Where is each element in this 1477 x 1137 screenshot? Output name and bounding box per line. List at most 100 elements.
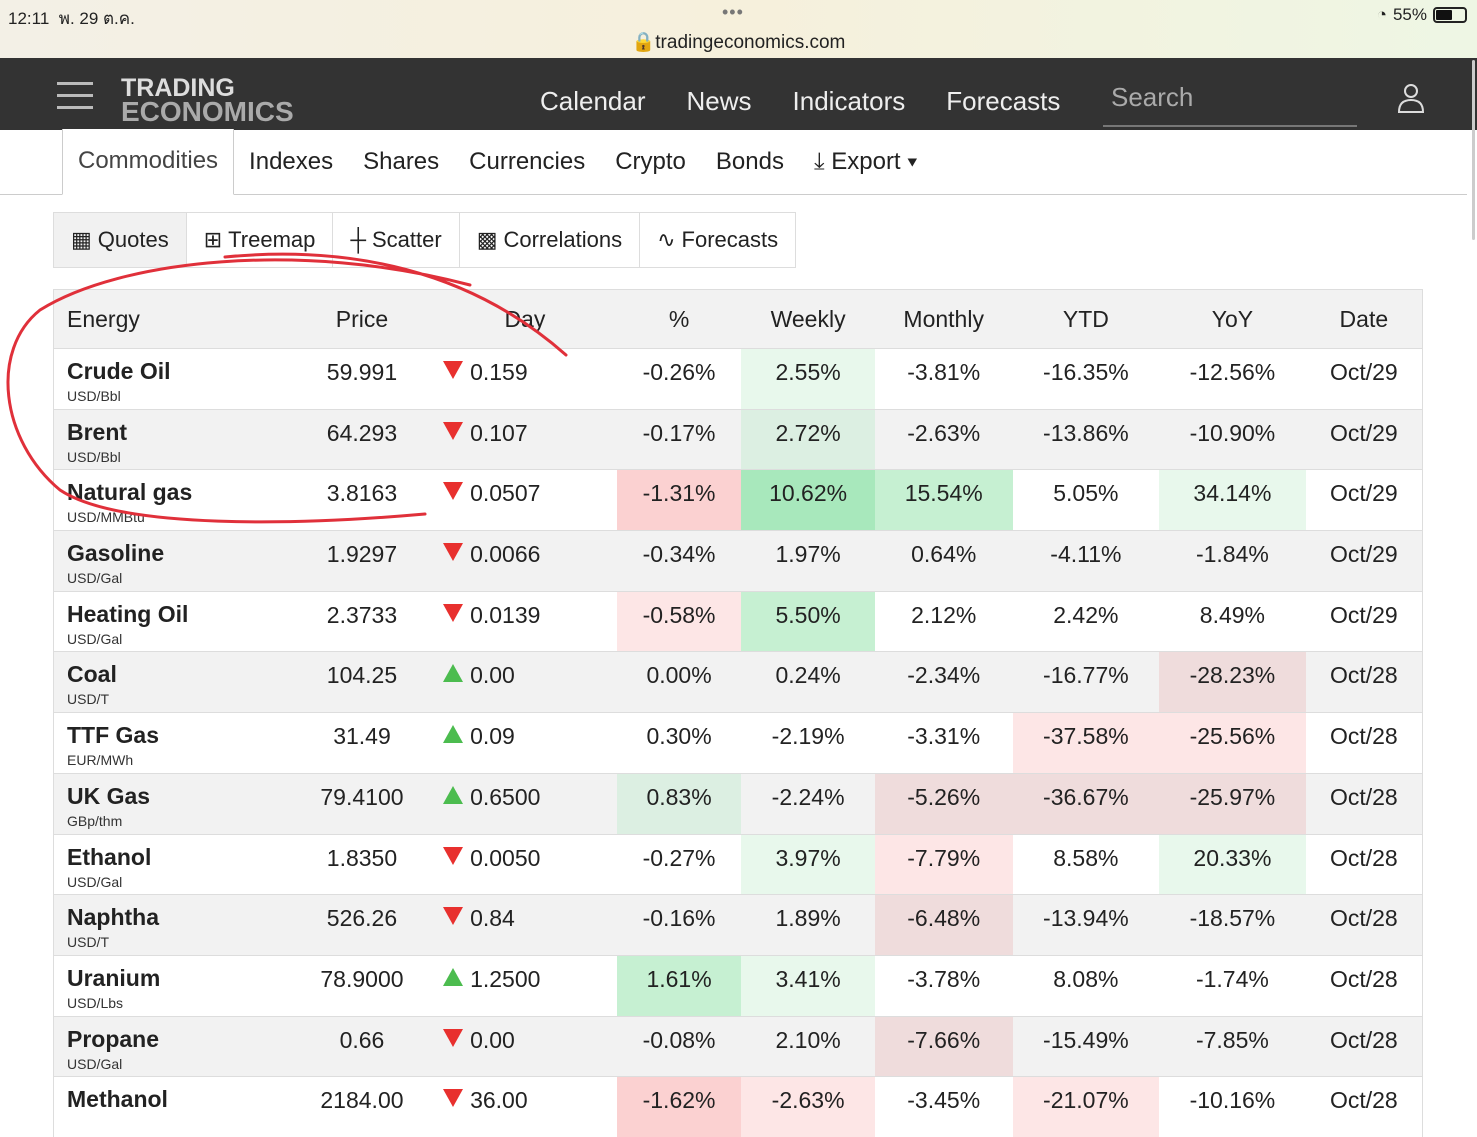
scrollbar[interactable]	[1472, 60, 1475, 240]
column-header[interactable]: Date	[1305, 289, 1423, 349]
tab-currencies[interactable]: Currencies	[454, 130, 600, 194]
lock-icon: 🔒	[631, 32, 656, 53]
commodity-cell[interactable]: TTF Gas EUR/MWh	[53, 712, 291, 774]
table-row[interactable]: Coal USD/T 104.25 0.00 0.00% 0.24% -2.34% -16.7…	[53, 651, 1423, 713]
table-row[interactable]: Methanol 2184.00 36.00 -1.62% -2.63% -3.45% -2…	[53, 1076, 1423, 1137]
column-header[interactable]: %	[616, 289, 742, 349]
arrow-down-icon	[443, 543, 464, 562]
view-correlations[interactable]: ▩ Correlations	[460, 213, 641, 267]
url-bar[interactable]: 🔒tradingeconomics.com	[0, 30, 1477, 54]
table-row[interactable]: Uranium USD/Lbs 78.9000 1.2500 1.61% 3.41% -3.…	[53, 954, 1423, 1017]
commodity-cell[interactable]: Coal USD/T	[53, 651, 291, 713]
menu-icon[interactable]	[57, 82, 93, 118]
table-row[interactable]: Crude Oil USD/Bbl 59.991 0.159 -0.26% 2.55% -3…	[53, 348, 1423, 410]
date-cell: Oct/28	[1305, 1015, 1423, 1077]
view-quotes[interactable]: ▦ Quotes	[54, 213, 187, 267]
correlations-icon: ▩	[476, 227, 498, 252]
arrow-up-icon	[443, 967, 464, 986]
commodity-unit: USD/T	[67, 934, 109, 951]
date-cell: Oct/28	[1305, 1076, 1423, 1137]
commodity-cell[interactable]: Gasoline USD/Gal	[53, 530, 291, 592]
monthly-cell: -5.26%	[874, 772, 1013, 834]
view-scatter[interactable]: ┼ Scatter	[333, 213, 460, 267]
tab-bonds[interactable]: Bonds	[701, 130, 799, 194]
commodity-name[interactable]: Natural gas	[67, 479, 291, 506]
commodity-name[interactable]: Propane	[67, 1026, 291, 1053]
nav-forecasts[interactable]: Forecasts	[946, 86, 1060, 117]
commodity-cell[interactable]: Brent USD/Bbl	[53, 408, 291, 470]
pct-cell: -0.08%	[616, 1015, 742, 1077]
commodity-cell[interactable]: Naphtha USD/T	[53, 894, 291, 956]
view-treemap[interactable]: ⊞ Treemap	[187, 213, 334, 267]
search-input[interactable]: Search	[1103, 82, 1357, 127]
table-row[interactable]: Propane USD/Gal 0.66 0.00 -0.08% 2.10% -7.66% -…	[53, 1015, 1423, 1077]
commodity-cell[interactable]: Ethanol USD/Gal	[53, 833, 291, 895]
day-change-cell: 0.6500	[433, 772, 617, 834]
user-icon[interactable]	[1397, 82, 1425, 114]
yoy-cell: -10.90%	[1159, 408, 1306, 470]
commodity-name[interactable]: Gasoline	[67, 540, 291, 567]
table-row[interactable]: Gasoline USD/Gal 1.9297 0.0066 -0.34% 1.97% 0.…	[53, 530, 1423, 592]
pct-cell: 1.61%	[616, 954, 742, 1017]
commodity-name[interactable]: Brent	[67, 419, 291, 446]
ytd-cell: -15.49%	[1012, 1015, 1160, 1077]
table-row[interactable]: TTF Gas EUR/MWh 31.49 0.09 0.30% -2.19% -3.31%…	[53, 712, 1423, 774]
commodity-unit: USD/Bbl	[67, 388, 121, 404]
export-dropdown[interactable]: ⤓ Export ▾	[799, 130, 932, 194]
column-header[interactable]: Weekly	[741, 289, 875, 349]
column-header[interactable]: YTD	[1012, 289, 1160, 349]
logo[interactable]: TRADING ECONOMICS	[121, 76, 294, 126]
table-row[interactable]: Ethanol USD/Gal 1.8350 0.0050 -0.27% 3.97% -7.…	[53, 833, 1423, 895]
commodity-cell[interactable]: Heating Oil USD/Gal	[53, 590, 291, 652]
commodity-cell[interactable]: Uranium USD/Lbs	[53, 954, 291, 1017]
more-dots-icon[interactable]: •••	[722, 2, 744, 23]
tab-crypto[interactable]: Crypto	[600, 130, 701, 194]
date-cell: Oct/28	[1305, 894, 1423, 956]
commodity-name[interactable]: Methanol	[67, 1086, 291, 1113]
commodity-name[interactable]: Heating Oil	[67, 601, 291, 628]
nav-news[interactable]: News	[687, 86, 752, 117]
day-change-cell: 0.159	[433, 348, 617, 410]
tab-indexes[interactable]: Indexes	[234, 130, 348, 194]
tab-shares[interactable]: Shares	[348, 130, 454, 194]
table-row[interactable]: Naphtha USD/T 526.26 0.84 -0.16% 1.89% -6.48% -…	[53, 894, 1423, 956]
table-row[interactable]: Heating Oil USD/Gal 2.3733 0.0139 -0.58% 5.50…	[53, 590, 1423, 652]
date-cell: Oct/29	[1305, 469, 1423, 531]
commodity-name[interactable]: TTF Gas	[67, 722, 291, 749]
commodity-cell[interactable]: UK Gas GBp/thm	[53, 772, 291, 834]
commodity-name[interactable]: Ethanol	[67, 844, 291, 871]
commodity-name[interactable]: Crude Oil	[67, 358, 291, 385]
pct-cell: -0.34%	[616, 530, 742, 592]
nav-calendar[interactable]: Calendar	[540, 86, 646, 117]
table-row[interactable]: UK Gas GBp/thm 79.4100 0.6500 0.83% -2.24% -5.…	[53, 772, 1423, 834]
commodity-name[interactable]: Uranium	[67, 965, 291, 992]
commodity-name[interactable]: UK Gas	[67, 783, 291, 810]
commodity-unit: USD/T	[67, 691, 109, 708]
arrow-down-icon	[443, 846, 464, 865]
commodity-cell[interactable]: Crude Oil USD/Bbl	[53, 348, 291, 410]
battery-text: 55%	[1392, 5, 1427, 24]
day-change-cell: 0.09	[433, 712, 617, 774]
pct-cell: -0.27%	[616, 833, 742, 895]
date-cell: Oct/29	[1305, 408, 1423, 470]
commodity-name[interactable]: Coal	[67, 661, 291, 688]
view-forecasts[interactable]: ∿ Forecasts	[640, 213, 795, 267]
ytd-cell: -13.94%	[1012, 894, 1160, 956]
column-header[interactable]: YoY	[1159, 289, 1306, 349]
monthly-cell: -2.34%	[874, 651, 1013, 713]
column-header[interactable]: Energy	[53, 289, 291, 349]
column-header[interactable]: Price	[290, 289, 434, 349]
arrow-down-icon	[443, 1089, 464, 1108]
commodity-name[interactable]: Naphtha	[67, 904, 291, 931]
commodity-cell[interactable]: Propane USD/Gal	[53, 1015, 291, 1077]
table-row[interactable]: Brent USD/Bbl 64.293 0.107 -0.17% 2.72% -2.63%…	[53, 408, 1423, 470]
commodity-cell[interactable]: Natural gas USD/MMBtu	[53, 469, 291, 531]
commodity-cell[interactable]: Methanol	[53, 1076, 291, 1137]
table-row[interactable]: Natural gas USD/MMBtu 3.8163 0.0507 -1.31% 10…	[53, 469, 1423, 531]
column-header[interactable]: Day	[433, 289, 617, 349]
nav-indicators[interactable]: Indicators	[793, 86, 906, 117]
column-header[interactable]: Monthly	[874, 289, 1013, 349]
monthly-cell: -6.48%	[874, 894, 1013, 956]
tab-commodities[interactable]: Commodities	[62, 129, 235, 195]
monthly-cell: -2.63%	[874, 408, 1013, 470]
